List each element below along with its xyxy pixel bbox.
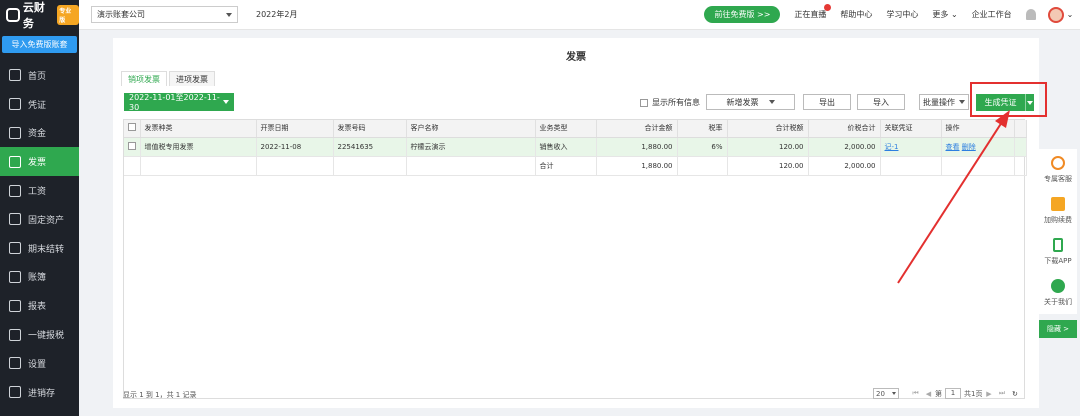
arrow-line <box>897 121 1003 284</box>
annotation-arrow <box>897 110 1010 284</box>
arrow-head <box>995 110 1010 128</box>
